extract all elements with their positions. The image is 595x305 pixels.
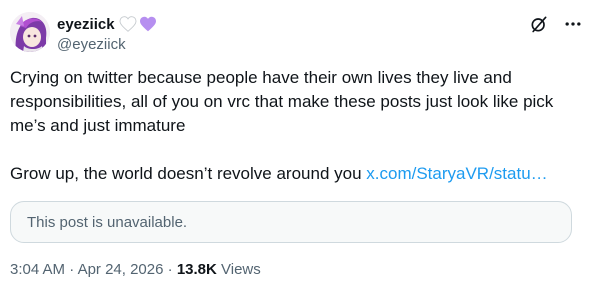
display-name[interactable]: eyeziick (57, 16, 115, 33)
views-label: Views (221, 261, 261, 278)
avatar[interactable] (10, 12, 50, 52)
post-date[interactable]: Apr 24, 2026 (78, 261, 164, 278)
meta-separator: · (69, 261, 75, 278)
handle[interactable]: @eyeziick (57, 36, 157, 53)
purple-heart-icon (139, 16, 156, 32)
grok-icon[interactable] (529, 14, 549, 34)
post-time[interactable]: 3:04 AM (10, 261, 65, 278)
views-count[interactable]: 13.8K (177, 261, 217, 278)
white-heart-icon (119, 16, 136, 32)
display-name-row: eyeziick (57, 14, 157, 34)
post-header: eyeziick @eyeziick (10, 10, 583, 58)
post-link[interactable]: x.com/StaryaVR/statu… (366, 164, 547, 183)
post-text: Crying on twitter because people have th… (10, 66, 580, 186)
quote-unavailable-text: This post is unavailable. (27, 214, 188, 231)
header-actions (529, 14, 583, 34)
more-options-icon[interactable] (563, 14, 583, 34)
post-meta: 3:04 AM · Apr 24, 2026 · 13.8K Views (10, 261, 261, 278)
post-paragraph-1: Crying on twitter because people have th… (10, 68, 554, 135)
post-paragraph-2-text: Grow up, the world doesn’t revolve aroun… (10, 164, 367, 183)
author-names: eyeziick @eyeziick (57, 14, 157, 53)
avatar-image (10, 12, 50, 52)
meta-separator-2: · (167, 261, 173, 278)
post: eyeziick @eyeziick Crying on twitter bec… (0, 0, 595, 305)
post-paragraph-2: Grow up, the world doesn’t revolve aroun… (10, 162, 580, 186)
quoted-post-unavailable: This post is unavailable. (10, 201, 572, 243)
